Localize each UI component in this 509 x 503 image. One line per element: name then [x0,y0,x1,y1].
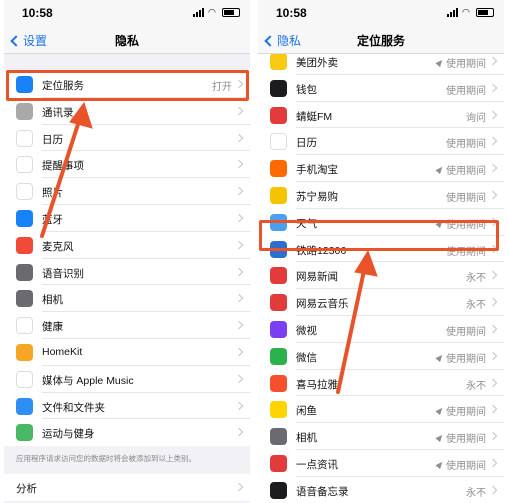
arrow-to-location-services [40,116,82,238]
annotation-arrows [40,101,378,394]
arrow-head-right [354,249,378,277]
arrow-to-weather [336,264,367,394]
arrow-head-left [69,101,93,129]
